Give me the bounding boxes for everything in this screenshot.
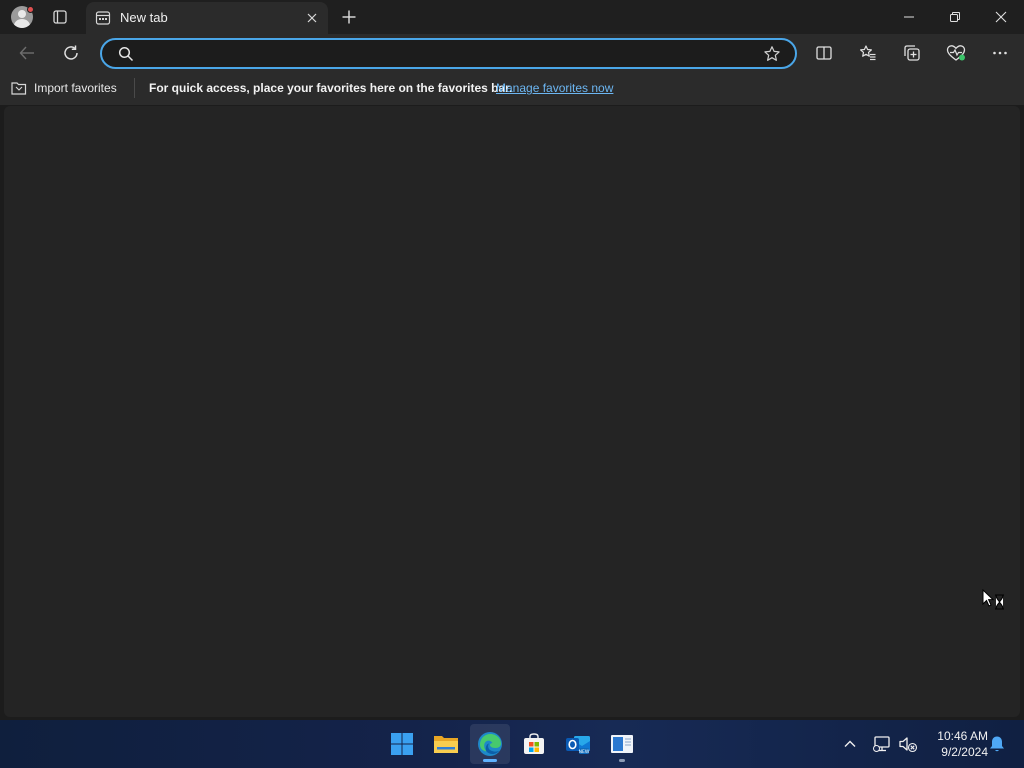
minimize-button[interactable] bbox=[886, 0, 932, 34]
active-indicator bbox=[483, 759, 497, 762]
favorites-separator bbox=[134, 78, 135, 98]
favorites-icon bbox=[860, 45, 876, 61]
notifications-button[interactable] bbox=[986, 732, 1008, 756]
running-indicator bbox=[619, 759, 625, 762]
file-explorer-button[interactable] bbox=[426, 724, 466, 764]
more-icon bbox=[993, 51, 1007, 55]
performance-button[interactable] bbox=[942, 39, 970, 67]
profile-status-dot bbox=[27, 6, 34, 13]
bell-icon bbox=[990, 736, 1004, 752]
navigation-toolbar bbox=[0, 34, 1024, 72]
volume-muted-icon bbox=[899, 737, 918, 753]
split-screen-button[interactable] bbox=[810, 39, 838, 67]
more-button[interactable] bbox=[986, 39, 1014, 67]
split-screen-icon bbox=[816, 46, 832, 60]
edge-icon bbox=[478, 732, 502, 756]
new-tab-button[interactable] bbox=[336, 4, 362, 30]
tab-title: New tab bbox=[120, 10, 168, 25]
tab-actions-button[interactable] bbox=[46, 4, 74, 30]
refresh-icon bbox=[64, 45, 78, 60]
address-input[interactable] bbox=[138, 44, 748, 64]
new-tab-page-icon bbox=[95, 11, 111, 25]
clock-date: 9/2/2024 bbox=[941, 745, 988, 759]
manage-favorites-link[interactable]: Manage favorites now bbox=[496, 81, 613, 95]
search-icon bbox=[118, 46, 134, 62]
minimize-icon bbox=[904, 16, 914, 18]
back-button[interactable] bbox=[12, 39, 42, 67]
import-favorites-button[interactable]: Import favorites bbox=[10, 79, 117, 97]
chevron-up-icon bbox=[844, 740, 856, 747]
folder-icon bbox=[434, 736, 458, 753]
window-close-button[interactable] bbox=[978, 0, 1024, 34]
plus-icon bbox=[342, 10, 356, 24]
import-favorites-icon bbox=[11, 82, 27, 95]
tab-close-button[interactable] bbox=[302, 8, 322, 28]
app-taskbar-button[interactable] bbox=[602, 724, 642, 764]
svg-text:NEW: NEW bbox=[579, 749, 590, 755]
show-hidden-icons-button[interactable] bbox=[838, 732, 862, 756]
store-icon bbox=[524, 733, 544, 754]
star-icon[interactable] bbox=[763, 45, 781, 63]
import-favorites-label: Import favorites bbox=[34, 81, 117, 95]
title-bar: New tab bbox=[0, 0, 1024, 34]
restore-button[interactable] bbox=[932, 0, 978, 34]
close-icon bbox=[307, 13, 317, 23]
network-icon bbox=[873, 736, 890, 752]
outlook-button[interactable]: NEW bbox=[558, 724, 598, 764]
clock-time: 10:46 AM bbox=[937, 729, 988, 743]
favorites-button[interactable] bbox=[854, 39, 882, 67]
refresh-button[interactable] bbox=[56, 39, 86, 67]
address-bar[interactable] bbox=[100, 38, 797, 69]
heart-pulse-icon bbox=[946, 45, 966, 61]
edge-taskbar-button[interactable] bbox=[470, 724, 510, 764]
restore-icon bbox=[950, 12, 960, 22]
store-button[interactable] bbox=[514, 724, 554, 764]
page-content[interactable] bbox=[4, 106, 1020, 717]
tab-new-tab[interactable]: New tab bbox=[86, 2, 328, 34]
windows-logo-icon bbox=[391, 733, 413, 755]
system-clock[interactable]: 10:46 AM 9/2/2024 bbox=[924, 728, 988, 760]
app-window-icon bbox=[611, 735, 633, 753]
busy-cursor-icon bbox=[982, 589, 1004, 610]
favorites-message: For quick access, place your favorites h… bbox=[149, 81, 513, 95]
network-button[interactable] bbox=[870, 732, 894, 756]
outlook-icon: NEW bbox=[566, 736, 590, 755]
collections-button[interactable] bbox=[898, 39, 926, 67]
profile-button[interactable] bbox=[8, 4, 36, 30]
start-button[interactable] bbox=[382, 724, 422, 764]
back-arrow-icon bbox=[19, 46, 34, 60]
favorites-bar: Import favorites For quick access, place… bbox=[0, 72, 1024, 105]
tab-actions-icon bbox=[53, 10, 67, 24]
volume-button[interactable] bbox=[896, 732, 920, 756]
taskbar: NEW 10:46 AM 9/2/2024 bbox=[0, 720, 1024, 768]
collections-icon bbox=[904, 45, 920, 61]
close-icon bbox=[995, 11, 1007, 23]
